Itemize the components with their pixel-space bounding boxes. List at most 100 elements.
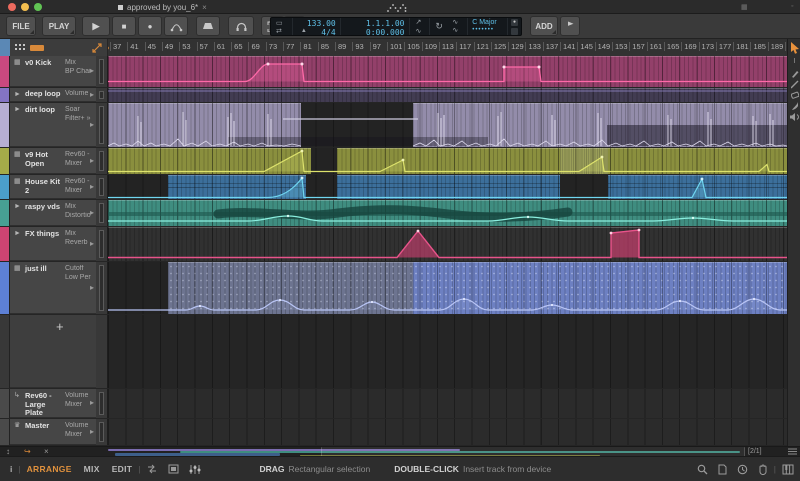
track-header[interactable]: ♛ Master Volume Mixer ▸ <box>10 419 96 445</box>
track-param-primary[interactable]: Soar <box>65 106 91 114</box>
minimize-window-icon[interactable] <box>21 3 29 11</box>
track-param-primary[interactable]: Rev60 - La… <box>65 151 91 159</box>
clock-icon[interactable] <box>737 464 748 475</box>
project-tab[interactable]: approved by you_6* × <box>118 1 207 14</box>
stop-button[interactable]: ■ <box>112 16 136 36</box>
piano-keys-icon[interactable] <box>782 464 794 475</box>
hand-icon[interactable] <box>758 464 768 475</box>
arranger-lane[interactable] <box>108 103 787 147</box>
pen-tool-button[interactable] <box>560 16 580 36</box>
track-header[interactable]: ▦ just ill Cutoff Low Percut… ▸ <box>10 262 96 314</box>
track-color-strip[interactable] <box>0 262 10 314</box>
track-name[interactable]: Master <box>25 422 65 431</box>
file-menu-button[interactable]: FILE <box>6 16 36 36</box>
expand-arrow-icon[interactable]: ▸ <box>90 283 94 292</box>
position-section[interactable]: 1.1.1.00 0:00.000 <box>341 18 411 35</box>
track-header[interactable]: ↳ Rev60 - Large Plate Volume Mixer ▸ <box>10 389 96 418</box>
audition-tool-icon[interactable] <box>790 113 800 121</box>
search-icon[interactable] <box>697 464 708 475</box>
track-param-primary[interactable]: Mix <box>65 59 91 67</box>
expand-arrow-icon[interactable]: ▸ <box>90 182 94 191</box>
play-position[interactable]: 1.1.1.00 <box>366 19 405 28</box>
close-window-icon[interactable] <box>8 3 16 11</box>
track-name[interactable]: v9 Hot Open <box>25 151 65 168</box>
transport-mode-icons[interactable]: ▭ ⇄ <box>271 18 293 35</box>
track-param-primary[interactable]: Mix <box>65 230 91 238</box>
track-color-strip[interactable] <box>0 227 10 261</box>
expand-arrow-icon[interactable]: ▸ <box>90 239 94 248</box>
track-param-secondary[interactable]: Filter+ » So… <box>65 115 91 123</box>
expand-arrow-icon[interactable]: ▸ <box>90 427 94 436</box>
swing-bottom-icon[interactable]: ∿ <box>452 26 458 34</box>
arranger-lane[interactable] <box>108 200 787 226</box>
tab-arrange[interactable]: ARRANGE <box>27 464 72 474</box>
track-name[interactable]: FX things <box>25 230 65 239</box>
pointer-tool-icon[interactable] <box>790 42 800 54</box>
timeline-ruler[interactable]: 3741454953576165697377818589939710110510… <box>108 39 787 56</box>
tempo-value[interactable]: 133.00 <box>307 19 336 28</box>
track-param-secondary[interactable]: Mixer <box>65 160 91 168</box>
key-section[interactable]: C Major ••••••• <box>468 18 508 35</box>
track-color-strip[interactable] <box>0 148 10 174</box>
maximize-window-icon[interactable] <box>34 3 42 11</box>
loop-icon[interactable]: ↻ <box>435 21 443 32</box>
auto-zoom-icon[interactable] <box>92 43 102 53</box>
tempo-section[interactable]: 133.00 ▲ 4/4 <box>293 18 341 35</box>
close-tab-icon[interactable]: × <box>202 3 207 12</box>
track-param-primary[interactable]: Mix <box>65 203 91 211</box>
time-signature[interactable]: 4/4 <box>321 28 335 37</box>
loop-region-button[interactable] <box>30 45 44 51</box>
expand-arrow-icon[interactable]: ▸ <box>90 90 94 99</box>
track-name[interactable]: dirt loop <box>25 106 65 115</box>
track-name[interactable]: v0 Kick <box>25 59 65 68</box>
track-param-secondary[interactable]: Mixer <box>65 431 91 439</box>
expand-arrow-icon[interactable]: ▸ <box>90 208 94 217</box>
transport-extra-buttons[interactable]: ● <box>508 18 521 35</box>
track-header[interactable]: ► deep loop Volume ▸ <box>10 88 96 102</box>
dashboard-button[interactable] <box>196 16 220 36</box>
track-color-strip[interactable] <box>0 103 10 147</box>
track-color-strip[interactable] <box>0 419 10 445</box>
window-menu-icon[interactable]: ◦ <box>791 3 793 10</box>
track-name[interactable]: House Kit 2 <box>25 178 65 195</box>
file-icon[interactable] <box>718 464 727 475</box>
arranger-lane[interactable] <box>108 419 787 445</box>
snap-mode-icon[interactable] <box>146 464 158 474</box>
loop-brace-icon[interactable]: ▭ <box>276 19 283 27</box>
mixer-sliders-icon[interactable] <box>189 464 201 475</box>
eraser-tool-icon[interactable] <box>791 91 799 99</box>
arranger-lane[interactable] <box>108 175 787 199</box>
track-header[interactable]: ► raspy vds Mix Distortion ▸ <box>10 200 96 226</box>
info-icon[interactable]: i <box>10 464 12 474</box>
tab-edit[interactable]: EDIT <box>112 464 133 474</box>
tab-mix[interactable]: MIX <box>84 464 100 474</box>
time-select-tool-icon[interactable]: I <box>790 58 799 66</box>
window-layout-icon[interactable]: ▦ <box>741 3 748 11</box>
track-name[interactable]: Rev60 - Large Plate <box>25 392 65 418</box>
punch-section[interactable]: ↗ ∿ <box>410 18 430 35</box>
key-value[interactable]: C Major <box>472 19 497 26</box>
arranger-lane[interactable] <box>108 389 787 418</box>
empty-lane[interactable] <box>108 315 787 388</box>
track-param-secondary[interactable]: Low Percut… <box>65 274 91 282</box>
expand-arrow-icon[interactable]: ▸ <box>90 120 94 129</box>
track-param-primary[interactable]: Cutoff <box>65 265 91 273</box>
punch-in-icon[interactable]: ↗ <box>415 18 421 26</box>
track-param-secondary[interactable]: Mixer <box>65 187 91 195</box>
line-tool-icon[interactable] <box>791 80 799 89</box>
track-header[interactable]: ▦ v0 Kick Mix BP Chain ▸ <box>10 56 96 87</box>
shuffle-icon[interactable]: ⇄ <box>276 27 282 35</box>
grid-toggle-icon[interactable] <box>168 464 179 474</box>
arrangement-overview[interactable]: ↕ ↪ × [2/1] <box>0 446 800 456</box>
track-param-secondary[interactable]: Mixer <box>65 401 91 409</box>
arranger-lane[interactable] <box>108 262 787 314</box>
track-name[interactable]: just ill <box>25 265 65 274</box>
record-mini-icon[interactable]: ● <box>511 19 518 26</box>
track-param-secondary[interactable]: BP Chain <box>65 68 91 76</box>
track-name[interactable]: deep loop <box>25 90 65 99</box>
track-param-secondary[interactable]: Reverb <box>65 239 91 247</box>
track-header[interactable]: ▦ House Kit 2 Rev60 - La… Mixer ▸ <box>10 175 96 199</box>
play-menu-button[interactable]: PLAY <box>42 16 76 36</box>
record-button[interactable]: ● <box>138 16 162 36</box>
preview-button[interactable] <box>228 16 254 36</box>
